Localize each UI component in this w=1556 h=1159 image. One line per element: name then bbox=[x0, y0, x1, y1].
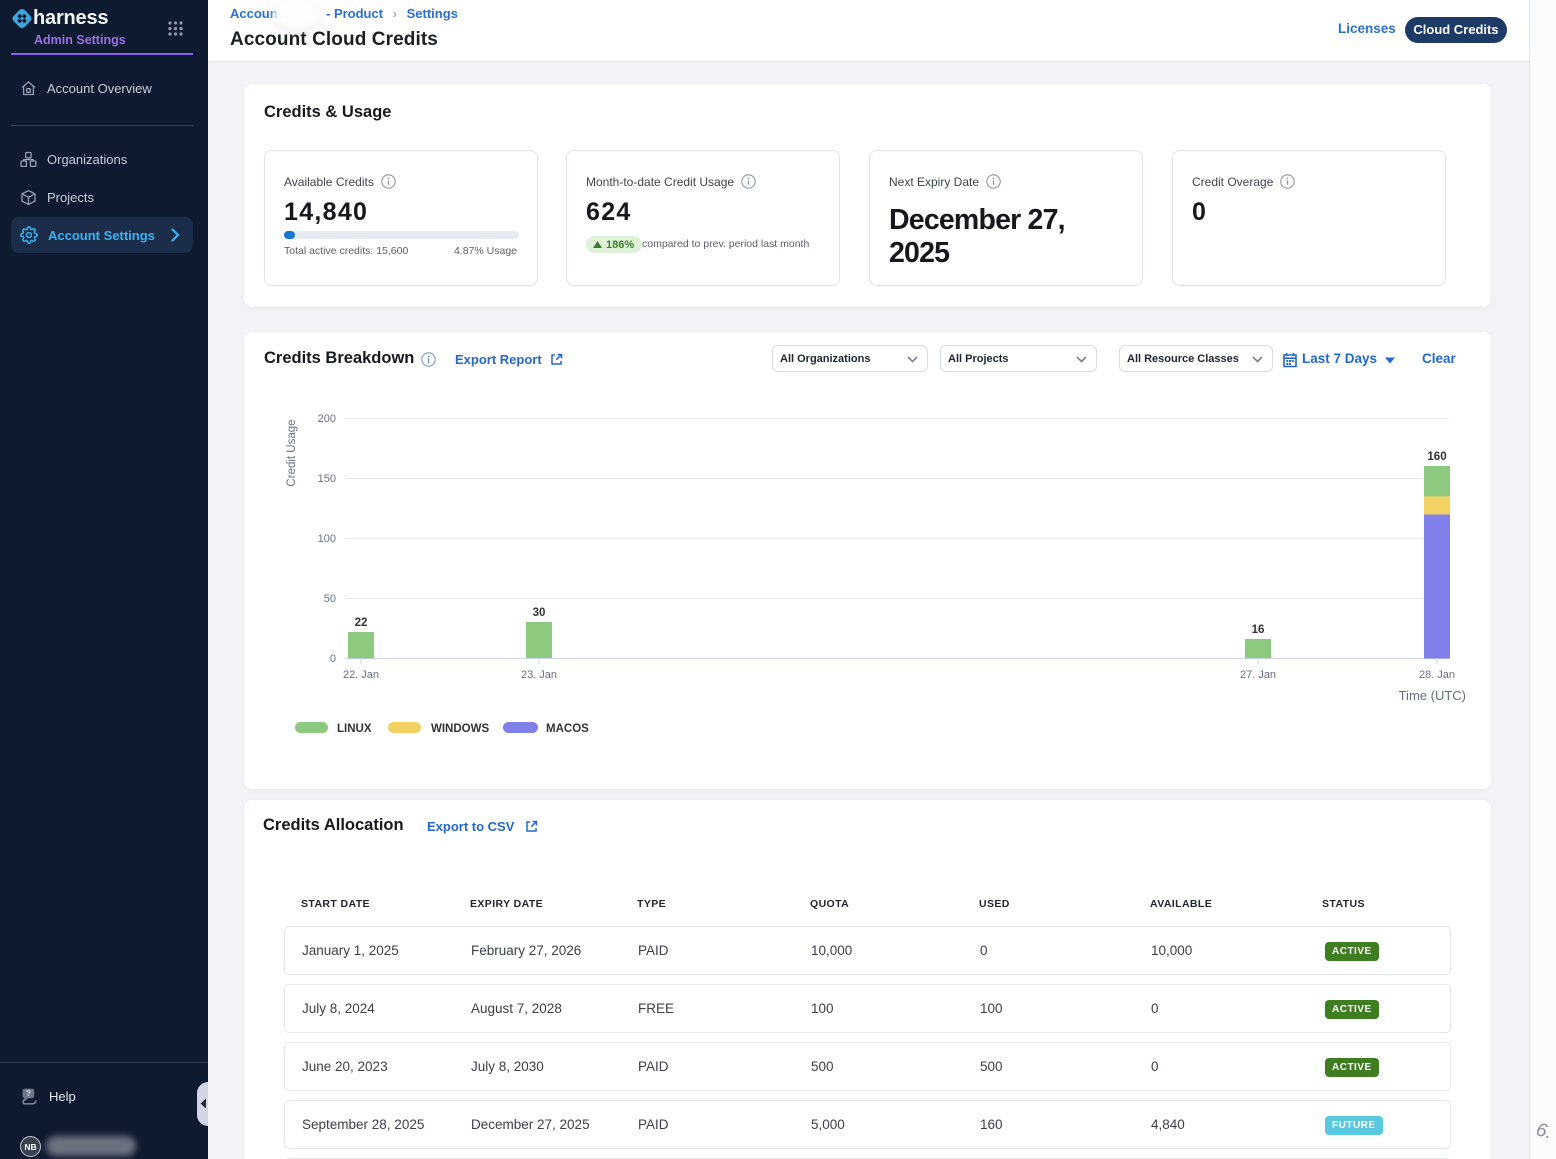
svg-text:22. Jan: 22. Jan bbox=[343, 669, 379, 681]
svg-text:100: 100 bbox=[318, 533, 336, 545]
svg-text:150: 150 bbox=[318, 473, 336, 485]
svg-text:200: 200 bbox=[318, 413, 336, 425]
svg-text:50: 50 bbox=[324, 593, 336, 605]
svg-text:Credit Usage: Credit Usage bbox=[286, 419, 298, 486]
svg-text:Time (UTC): Time (UTC) bbox=[1399, 688, 1466, 703]
svg-text:23. Jan: 23. Jan bbox=[521, 669, 557, 681]
svg-text:22: 22 bbox=[355, 617, 368, 629]
svg-text:160: 160 bbox=[1427, 451, 1446, 463]
svg-text:16: 16 bbox=[1252, 624, 1265, 636]
svg-text:MACOS: MACOS bbox=[546, 723, 589, 735]
svg-text:LINUX: LINUX bbox=[337, 723, 372, 735]
svg-text:28. Jan: 28. Jan bbox=[1419, 669, 1455, 681]
svg-text:?: ? bbox=[26, 1089, 31, 1098]
svg-text:27. Jan: 27. Jan bbox=[1240, 669, 1276, 681]
svg-text:WINDOWS: WINDOWS bbox=[431, 723, 489, 735]
svg-text:0: 0 bbox=[330, 653, 336, 665]
svg-text:30: 30 bbox=[533, 607, 546, 619]
